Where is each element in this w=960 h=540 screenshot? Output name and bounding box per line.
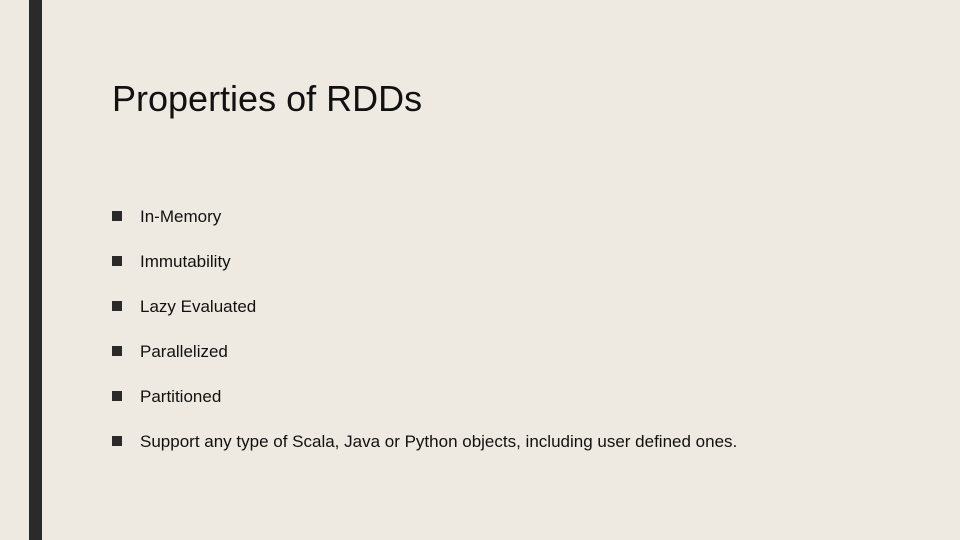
list-item: Lazy Evaluated (112, 296, 920, 319)
square-bullet-icon (112, 301, 122, 311)
square-bullet-icon (112, 436, 122, 446)
bullet-text: Lazy Evaluated (140, 296, 920, 319)
slide-title: Properties of RDDs (112, 78, 920, 120)
square-bullet-icon (112, 346, 122, 356)
bullet-text: In-Memory (140, 206, 920, 229)
side-rule (29, 0, 42, 540)
slide-content: Properties of RDDs In-Memory Immutabilit… (112, 78, 920, 476)
list-item: Immutability (112, 251, 920, 274)
bullet-text: Partitioned (140, 386, 920, 409)
bullet-text: Immutability (140, 251, 920, 274)
list-item: Support any type of Scala, Java or Pytho… (112, 431, 920, 454)
square-bullet-icon (112, 211, 122, 221)
list-item: Parallelized (112, 341, 920, 364)
list-item: Partitioned (112, 386, 920, 409)
list-item: In-Memory (112, 206, 920, 229)
bullet-text: Parallelized (140, 341, 920, 364)
square-bullet-icon (112, 256, 122, 266)
square-bullet-icon (112, 391, 122, 401)
bullet-text: Support any type of Scala, Java or Pytho… (140, 431, 920, 454)
bullet-list: In-Memory Immutability Lazy Evaluated Pa… (112, 206, 920, 454)
